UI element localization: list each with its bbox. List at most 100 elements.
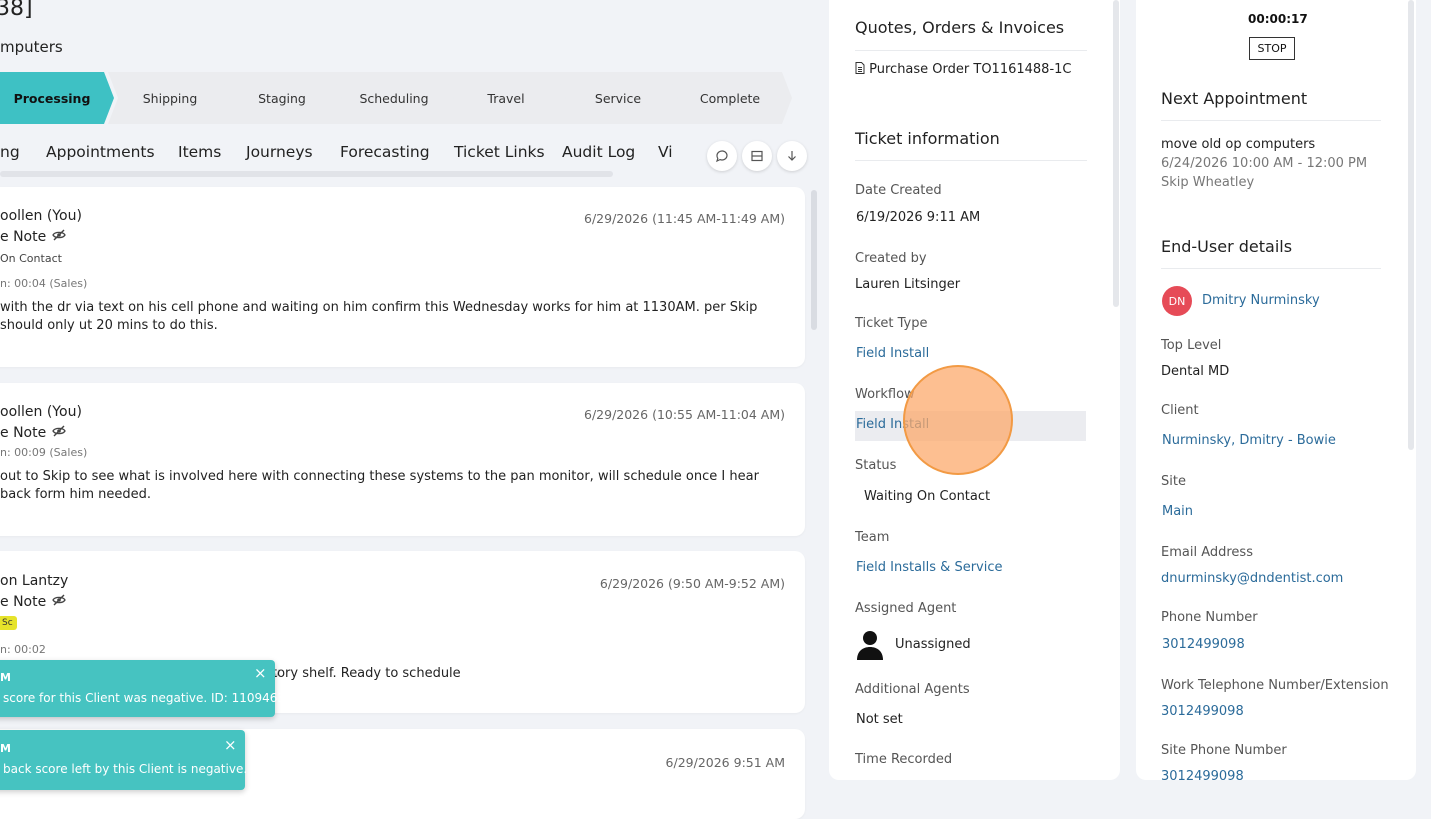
divider bbox=[855, 160, 1087, 161]
tab-ticket-links[interactable]: Ticket Links bbox=[454, 143, 545, 161]
site-phone-label: Site Phone Number bbox=[1161, 743, 1287, 758]
timer-display: 00:00:17 bbox=[1248, 12, 1308, 26]
site-label: Site bbox=[1161, 474, 1186, 489]
team-value[interactable]: Field Installs & Service bbox=[856, 560, 1003, 575]
hidden-eye-icon[interactable] bbox=[52, 229, 66, 245]
hidden-eye-icon[interactable] bbox=[52, 425, 66, 441]
note-timestamp: 6/29/2026 (11:45 AM-11:49 AM) bbox=[584, 211, 785, 226]
ticket-type-value[interactable]: Field Install bbox=[856, 346, 929, 361]
appointment-agent: Skip Wheatley bbox=[1161, 175, 1255, 190]
tab-partial[interactable]: ng bbox=[0, 143, 20, 161]
close-icon[interactable]: × bbox=[224, 736, 237, 754]
client-value[interactable]: Nurminsky, Dmitry - Bowie bbox=[1162, 433, 1336, 448]
team-label: Team bbox=[855, 530, 890, 545]
date-created-value: 6/19/2026 9:11 AM bbox=[856, 210, 981, 225]
note-status: On Contact bbox=[0, 252, 62, 265]
toast-message: back score left by this Client is negati… bbox=[3, 762, 248, 776]
phone-label: Phone Number bbox=[1161, 610, 1258, 625]
ticket-number: 38] bbox=[0, 0, 33, 21]
created-by-label: Created by bbox=[855, 251, 927, 266]
workflow-step-scheduling[interactable]: Scheduling bbox=[332, 72, 456, 124]
end-user-panel bbox=[1136, 0, 1416, 780]
phone-value[interactable]: 3012499098 bbox=[1162, 637, 1245, 652]
top-level-value: Dental MD bbox=[1161, 364, 1230, 379]
date-created-label: Date Created bbox=[855, 183, 942, 198]
step-label: Staging bbox=[258, 90, 306, 106]
tab-items[interactable]: Items bbox=[178, 143, 221, 161]
tab-appointments[interactable]: Appointments bbox=[46, 143, 155, 161]
appointment-subject[interactable]: move old op computers bbox=[1161, 137, 1315, 152]
tab-overflow[interactable]: Vi bbox=[658, 143, 673, 161]
arrow-down-icon[interactable] bbox=[777, 141, 807, 171]
workflow-step-shipping[interactable]: Shipping bbox=[108, 72, 232, 124]
tab-audit-log[interactable]: Audit Log bbox=[562, 143, 635, 161]
note-timestamp: 6/29/2026 (9:50 AM-9:52 AM) bbox=[599, 576, 785, 591]
note-type: e Note bbox=[0, 594, 66, 610]
workflow-step-staging[interactable]: Staging bbox=[220, 72, 344, 124]
ticket-tabs: ng Appointments Items Journeys Forecasti… bbox=[0, 140, 676, 168]
note-card[interactable]: oollen (You) e Note 6/29/2026 (11:45 AM-… bbox=[0, 187, 805, 367]
assigned-agent-label: Assigned Agent bbox=[855, 601, 957, 616]
tab-journeys[interactable]: Journeys bbox=[246, 143, 313, 161]
client-label: Client bbox=[1161, 403, 1199, 418]
close-icon[interactable]: × bbox=[254, 664, 267, 682]
tabs-scrollbar[interactable] bbox=[0, 171, 613, 177]
archive-icon[interactable] bbox=[742, 141, 772, 171]
note-body: tory shelf. Ready to schedule bbox=[272, 666, 461, 681]
end-user-name[interactable]: Dmitry Nurminsky bbox=[1202, 293, 1320, 308]
notes-scrollbar[interactable] bbox=[811, 190, 817, 330]
details-scrollbar[interactable] bbox=[1113, 0, 1119, 307]
document-icon bbox=[855, 62, 865, 77]
appointment-time: 6/24/2026 10:00 AM - 12:00 PM bbox=[1161, 156, 1368, 171]
divider bbox=[1161, 120, 1381, 121]
additional-agents-label: Additional Agents bbox=[855, 682, 970, 697]
step-label: Scheduling bbox=[359, 90, 429, 106]
work-phone-label: Work Telephone Number/Extension bbox=[1161, 678, 1389, 693]
email-value[interactable]: dnurminsky@dndentist.com bbox=[1161, 571, 1343, 586]
user-silhouette-icon bbox=[857, 630, 883, 664]
click-indicator bbox=[903, 365, 1013, 475]
workflow-step-travel[interactable]: Travel bbox=[444, 72, 568, 124]
note-type: e Note bbox=[0, 425, 66, 441]
workflow-step-complete[interactable]: Complete bbox=[668, 72, 792, 124]
toast-title: M bbox=[0, 671, 11, 684]
notification-toast[interactable]: M back score left by this Client is nega… bbox=[0, 730, 248, 790]
top-level-label: Top Level bbox=[1161, 338, 1222, 353]
notification-toast[interactable]: M score for this Client was negative. ID… bbox=[0, 660, 285, 717]
note-time-spent: n: 00:02 bbox=[0, 643, 46, 656]
purchase-order-label: Purchase Order TO1161488-1C bbox=[869, 62, 1072, 77]
end-user-title: End-User details bbox=[1161, 237, 1293, 256]
assigned-agent-value[interactable]: Unassigned bbox=[895, 637, 971, 652]
workflow-step-processing[interactable]: Processing bbox=[0, 72, 114, 124]
note-author: on Lantzy bbox=[0, 573, 69, 589]
purchase-order-link[interactable]: Purchase Order TO1161488-1C bbox=[855, 62, 1072, 77]
site-value[interactable]: Main bbox=[1162, 504, 1193, 519]
workflow-step-service[interactable]: Service bbox=[556, 72, 680, 124]
note-type-label: e Note bbox=[0, 229, 47, 245]
workflow-progress: Processing Shipping Staging Scheduling T… bbox=[0, 72, 800, 124]
work-phone-value[interactable]: 3012499098 bbox=[1161, 704, 1244, 719]
note-timestamp: 6/29/2026 9:51 AM bbox=[665, 755, 785, 770]
note-card[interactable]: oollen (You) e Note 6/29/2026 (10:55 AM-… bbox=[0, 383, 805, 536]
chat-icon[interactable] bbox=[707, 141, 737, 171]
step-label: Service bbox=[594, 90, 642, 106]
next-appointment-title: Next Appointment bbox=[1161, 89, 1308, 108]
ticket-info-title: Ticket information bbox=[855, 129, 1000, 148]
note-body: out to Skip to see what is involved here… bbox=[0, 469, 759, 502]
site-phone-value[interactable]: 3012499098 bbox=[1161, 769, 1244, 784]
step-label: Processing bbox=[13, 90, 91, 106]
time-recorded-label: Time Recorded bbox=[855, 752, 953, 767]
hidden-eye-icon[interactable] bbox=[52, 594, 66, 610]
note-type: e Note bbox=[0, 229, 66, 245]
step-label: Shipping bbox=[142, 90, 198, 106]
additional-agents-value[interactable]: Not set bbox=[856, 712, 903, 727]
quotes-title: Quotes, Orders & Invoices bbox=[855, 18, 1065, 37]
note-type-label: e Note bbox=[0, 594, 47, 610]
tab-forecasting[interactable]: Forecasting bbox=[340, 143, 430, 161]
step-label: Travel bbox=[487, 90, 525, 106]
stop-timer-button[interactable]: STOP bbox=[1249, 37, 1295, 60]
status-value[interactable]: Waiting On Contact bbox=[864, 489, 990, 504]
avatar: DN bbox=[1162, 286, 1192, 316]
end-user-scrollbar[interactable] bbox=[1408, 0, 1414, 450]
note-author: oollen (You) bbox=[0, 404, 82, 420]
